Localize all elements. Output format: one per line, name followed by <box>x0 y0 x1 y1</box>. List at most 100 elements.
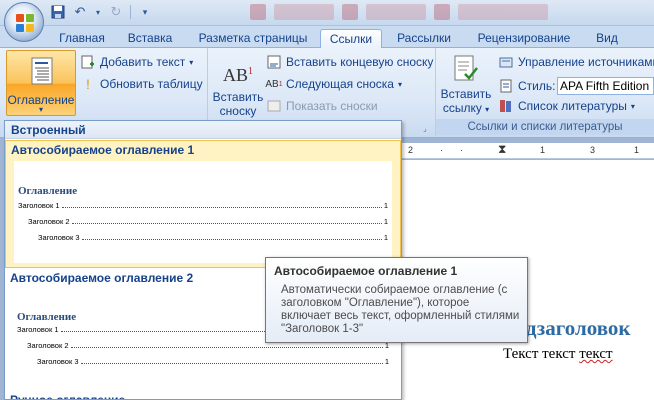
add-text-label: Добавить текст <box>100 55 186 69</box>
bibliography-button[interactable]: Список литературы ▾ <box>498 98 635 114</box>
tooltip: Автособираемое оглавление 1 Автоматическ… <box>265 257 528 343</box>
manage-sources-button[interactable]: Управление источниками <box>498 54 654 70</box>
dialog-launcher-icon[interactable]: ⌟ <box>423 124 431 133</box>
add-text-button[interactable]: Добавить текст ▾ <box>80 54 193 70</box>
chevron-down-icon: ▾ <box>485 105 490 114</box>
tab-review[interactable]: Рецензирование <box>470 29 578 48</box>
tooltip-title: Автособираемое оглавление 1 <box>274 264 458 278</box>
next-footnote-icon: AB 1 <box>265 78 283 90</box>
ruler-tick: 1 <box>634 145 640 155</box>
toc-preview-line: Заголовок 3 1 <box>37 357 389 366</box>
toc-leader <box>70 347 383 348</box>
horizontal-ruler[interactable]: 2 · · ⧗ 1 3 1 <box>400 142 654 159</box>
toc-leader <box>71 223 382 224</box>
toc-preview-heading: Оглавление <box>18 185 78 197</box>
toc-preview: Оглавление Заголовок 1 1 Заголовок 2 1 Заг… <box>14 161 392 263</box>
style-label: Стиль: <box>518 79 556 93</box>
tab-mailings[interactable]: Рассылки <box>392 29 456 48</box>
redo-icon[interactable]: ↻ <box>108 4 124 20</box>
show-notes-icon <box>266 98 282 114</box>
toc-option-auto-1[interactable]: Автособираемое оглавление 1 Оглавление З… <box>5 140 401 268</box>
ribbon-tabs: Главная Вставка Разметка страницы Ссылки… <box>0 26 654 49</box>
manage-sources-icon <box>498 54 514 70</box>
chevron-down-icon: ▾ <box>397 79 402 89</box>
toc-option-title: Автособираемое оглавление 1 <box>11 143 195 157</box>
body-text-misspelled: текст <box>579 346 613 362</box>
save-icon[interactable] <box>50 4 66 20</box>
show-notes-label: Показать сноски <box>286 99 378 113</box>
endnote-icon <box>266 54 282 70</box>
quick-access-toolbar: ↶ ▾ ↻ ▾ <box>50 4 153 20</box>
toc-page-number: 1 <box>383 201 388 210</box>
insert-citation-label-2: ссылку <box>442 101 482 115</box>
toc-option-title: Ручное оглавление <box>10 393 126 400</box>
manage-sources-label: Управление источниками <box>518 55 654 69</box>
toc-button[interactable]: Оглавление ▾ <box>6 50 76 116</box>
style-icon <box>498 78 514 94</box>
toc-line-label: Заголовок 3 <box>38 233 80 242</box>
tab-home[interactable]: Главная <box>54 29 110 48</box>
next-footnote-label: Следующая сноска <box>286 77 394 91</box>
toc-line-label: Заголовок 3 <box>37 357 79 366</box>
indent-marker-icon[interactable]: ⧗ <box>498 142 506 157</box>
toc-preview-heading: Оглавление <box>17 311 77 323</box>
toc-page-number: 1 <box>383 233 388 242</box>
ruler-tick: 2 <box>408 145 414 155</box>
bibliography-label: Список литературы <box>518 99 627 113</box>
toc-leader <box>81 239 382 240</box>
insert-endnote-button[interactable]: Вставить концевую сноску <box>266 54 433 70</box>
toc-preview-line: Заголовок 3 1 <box>38 233 388 242</box>
toc-page-number: 1 <box>383 217 388 226</box>
chevron-down-icon: ▾ <box>38 105 43 114</box>
ruler-tick: 3 <box>590 145 596 155</box>
toc-leader <box>80 363 383 364</box>
bibliography-icon <box>498 98 514 114</box>
qat-separator <box>130 5 131 19</box>
chevron-down-icon: ▾ <box>630 101 635 111</box>
ruler-tick: 1 <box>540 145 546 155</box>
insert-endnote-label: Вставить концевую сноску <box>286 55 434 69</box>
insert-footnote-button[interactable]: AB1 Вставить сноску <box>212 58 264 118</box>
title-bar: ↶ ▾ ↻ ▾ <box>0 0 654 26</box>
ruler-tick: · <box>440 145 443 155</box>
insert-citation-label-1: Вставить <box>440 87 492 101</box>
customize-qat-icon[interactable]: ▾ <box>137 4 153 20</box>
update-table-label: Обновить таблицу <box>100 77 203 91</box>
undo-dropdown-icon[interactable]: ▾ <box>94 4 102 20</box>
office-logo-icon <box>16 14 34 32</box>
footnote-icon: AB1 <box>222 65 253 85</box>
ruler-tick: · <box>460 145 463 155</box>
office-button[interactable] <box>4 2 44 42</box>
refresh-icon: ! <box>86 76 90 92</box>
insert-footnote-label-1: Вставить <box>212 90 264 104</box>
toc-leader <box>61 207 382 208</box>
toc-option-manual[interactable]: Ручное оглавление <box>5 391 401 400</box>
tab-references[interactable]: Ссылки <box>320 29 382 49</box>
undo-icon[interactable]: ↶ <box>72 4 88 20</box>
style-label-row: Стиль: <box>498 78 555 94</box>
taskbar-blurred <box>250 4 548 20</box>
toc-preview-line: Заголовок 2 1 <box>28 217 388 226</box>
citation-style-select[interactable]: APA Fifth Edition <box>557 77 654 95</box>
toc-preview-line: Заголовок 1 1 <box>18 201 388 210</box>
show-notes-button[interactable]: Показать сноски <box>266 98 378 114</box>
citations-group-label: Ссылки и списки литературы <box>436 119 654 135</box>
insert-footnote-label-2: сноску <box>219 104 257 118</box>
tab-view[interactable]: Вид <box>590 29 624 48</box>
toc-line-label: Заголовок 2 <box>28 217 70 226</box>
update-table-button[interactable]: ! Обновить таблицу <box>80 76 203 92</box>
toc-page-number: 1 <box>384 357 389 366</box>
add-text-icon <box>80 54 96 70</box>
gallery-header: Встроенный <box>5 121 401 139</box>
toc-line-label: Заголовок 1 <box>18 201 60 210</box>
insert-citation-button[interactable]: Вставить ссылку ▾ <box>440 54 492 115</box>
tab-page-layout[interactable]: Разметка страницы <box>192 29 314 48</box>
next-footnote-button[interactable]: AB 1 Следующая сноска ▾ <box>265 76 402 92</box>
tab-insert[interactable]: Вставка <box>120 29 180 48</box>
citation-icon <box>454 55 478 81</box>
tooltip-body: Автоматически собираемое оглавление (с з… <box>281 284 520 335</box>
document-subheading: одзаголовок <box>516 316 631 340</box>
insert-citation-label-2-row: ссылку ▾ <box>440 101 492 115</box>
toc-line-label: Заголовок 2 <box>27 341 69 350</box>
chevron-down-icon: ▾ <box>189 57 194 67</box>
